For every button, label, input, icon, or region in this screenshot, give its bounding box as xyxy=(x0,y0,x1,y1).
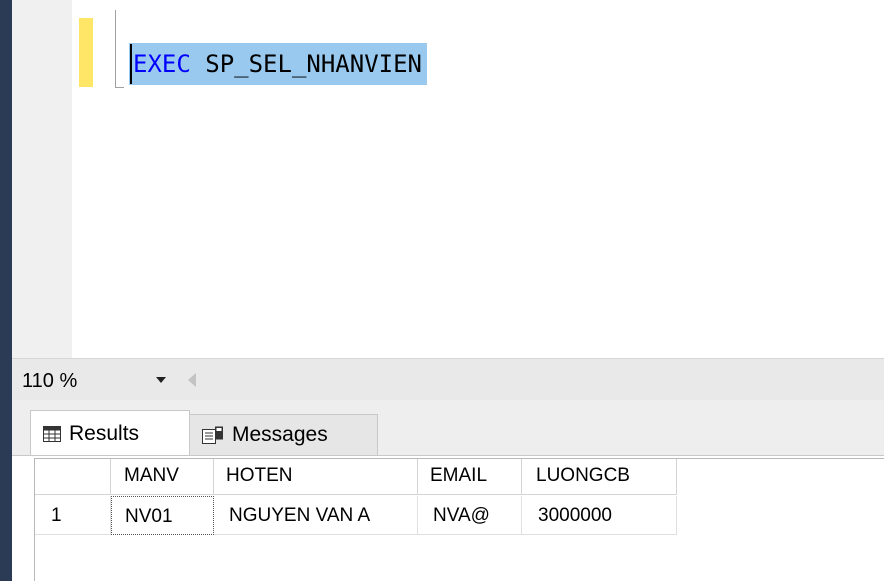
exec-keyword: EXEC xyxy=(133,50,191,78)
tab-messages[interactable]: Messages xyxy=(190,414,378,456)
column-header-manv[interactable]: MANV xyxy=(111,459,214,495)
cell-luongcb[interactable]: 3000000 xyxy=(522,496,677,535)
tab-results[interactable]: Results xyxy=(30,410,190,456)
selected-code-line[interactable]: EXEC SP_SEL_NHANVIEN xyxy=(129,43,427,85)
row-number-header xyxy=(35,459,111,495)
messages-icon xyxy=(202,426,224,444)
zoom-dropdown-arrow-icon[interactable] xyxy=(156,377,166,383)
row-number[interactable]: 1 xyxy=(35,496,111,535)
cell-email[interactable]: NVA@ xyxy=(418,496,522,535)
zoom-bar xyxy=(12,358,884,400)
text-caret xyxy=(130,44,132,84)
grid-icon xyxy=(43,425,61,442)
window-left-edge xyxy=(0,0,12,581)
zoom-level[interactable]: 110 % xyxy=(22,370,77,393)
editor-gutter xyxy=(12,0,72,358)
scroll-left-arrow-icon[interactable] xyxy=(188,373,196,387)
procedure-name: SP_SEL_NHANVIEN xyxy=(190,50,422,78)
column-header-hoten[interactable]: HOTEN xyxy=(214,459,418,495)
cell-hoten[interactable]: NGUYEN VAN A xyxy=(214,496,418,535)
tab-results-label: Results xyxy=(69,421,140,445)
tab-messages-label: Messages xyxy=(232,423,328,446)
outline-fold-line xyxy=(115,10,116,88)
column-header-luongcb[interactable]: LUONGCB xyxy=(522,459,677,495)
change-indicator-bar xyxy=(79,18,93,87)
outline-fold-end xyxy=(115,87,124,88)
cell-manv[interactable]: NV01 xyxy=(111,496,214,535)
column-header-email[interactable]: EMAIL xyxy=(418,459,522,495)
